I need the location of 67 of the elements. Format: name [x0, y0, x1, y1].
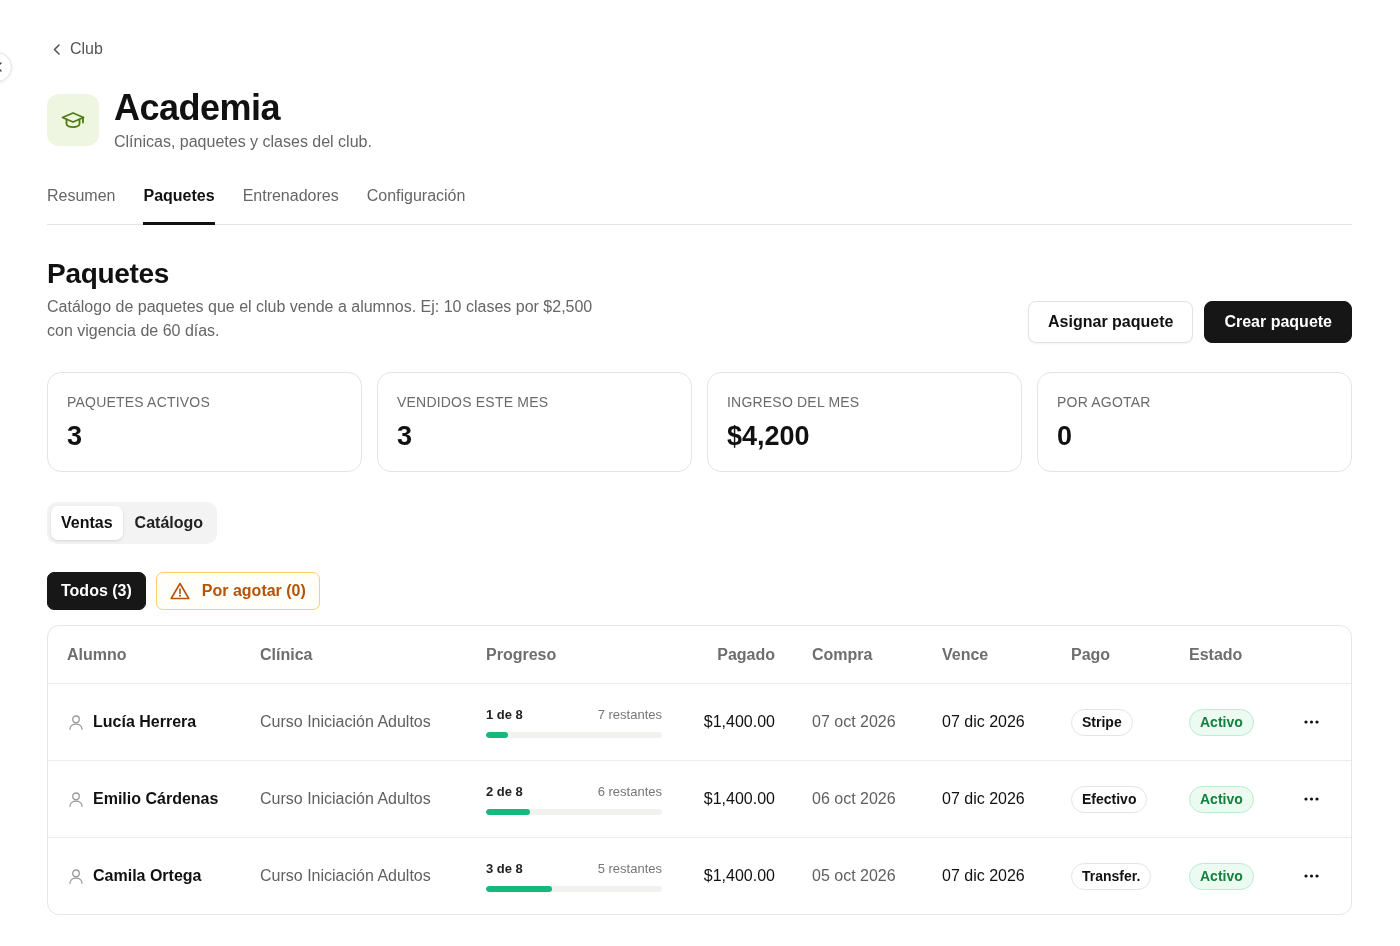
- purchase-date: 07 oct 2026: [811, 713, 897, 731]
- remaining-count: 6 restantes: [597, 783, 662, 799]
- progress-count: 1 de 8: [486, 706, 523, 722]
- purchase-date: 06 oct 2026: [811, 790, 897, 808]
- stat-value: 3: [397, 420, 414, 452]
- nav-tab[interactable]: Resumen: [47, 184, 116, 225]
- status-tag: Activo: [1189, 862, 1254, 890]
- stat-value: 0: [1057, 420, 1074, 452]
- expiry-date: 07 dic 2026: [942, 713, 1026, 731]
- status-tag: Activo: [1189, 708, 1254, 736]
- graduation-cap-icon: [47, 94, 99, 146]
- progress-count: 2 de 8: [486, 783, 523, 799]
- expiry-date: 07 dic 2026: [942, 790, 1026, 808]
- page-title: Academia: [114, 88, 282, 128]
- user-icon: [69, 868, 83, 884]
- page-subtitle: Clínicas, paquetes y clases del club.: [114, 132, 372, 152]
- chevron-left-icon: [53, 43, 60, 55]
- column-header: Vence: [942, 645, 990, 664]
- paid-amount: $1,400.00: [702, 713, 775, 731]
- stat-value: $4,200: [727, 420, 811, 452]
- clinic-name: Curso Iniciación Adultos: [260, 713, 432, 731]
- view-tab[interactable]: Ventas: [51, 506, 123, 540]
- section-description: Catálogo de paquetes que el club vende a alumnos. Ej: 10 clases por $2,500 con vigencia de 60 días.: [47, 297, 594, 341]
- stat-value: 3: [67, 420, 84, 452]
- remaining-count: 7 restantes: [597, 706, 662, 722]
- more-icon: [1303, 874, 1319, 878]
- column-header: Alumno: [67, 645, 128, 664]
- stat-label: INGRESO DEL MES: [727, 393, 861, 411]
- remaining-count: 5 restantes: [597, 860, 662, 876]
- stat-label: PAQUETES ACTIVOS: [67, 393, 211, 411]
- status-tag: Activo: [1189, 785, 1254, 813]
- clinic-name: Curso Iniciación Adultos: [260, 867, 432, 885]
- section-title: Paquetes: [47, 257, 171, 291]
- nav-tab[interactable]: Configuración: [366, 184, 466, 225]
- column-header: Clínica: [260, 645, 314, 664]
- payment-method-tag: Stripe: [1071, 708, 1133, 736]
- stat-label: VENDIDOS ESTE MES: [397, 393, 550, 411]
- column-header: Compra: [811, 645, 874, 664]
- user-icon: [69, 791, 83, 807]
- purchase-date: 05 oct 2026: [811, 867, 897, 885]
- stat-label: POR AGOTAR: [1057, 393, 1152, 411]
- payment-method-tag: Efectivo: [1071, 785, 1148, 813]
- nav-tab[interactable]: Entrenadores: [242, 184, 339, 225]
- column-header: Progreso: [486, 645, 558, 664]
- filter-chip[interactable]: Por agotar (0): [155, 572, 320, 610]
- paid-amount: $1,400.00: [702, 790, 775, 808]
- assign-button[interactable]: Asignar paquete: [1028, 301, 1194, 343]
- more-icon: [1303, 720, 1319, 724]
- view-tab[interactable]: Catálogo: [124, 506, 214, 540]
- back-link[interactable]: Club: [53, 38, 103, 60]
- student-name: Emilio Cárdenas: [93, 790, 219, 808]
- column-header: Estado: [1189, 645, 1244, 664]
- warning-icon: [169, 582, 190, 600]
- user-icon: [69, 714, 83, 730]
- paid-amount: $1,400.00: [702, 867, 775, 885]
- filter-chip[interactable]: Todos (3): [47, 572, 146, 610]
- nav-tab[interactable]: Paquetes: [143, 184, 215, 225]
- create-button[interactable]: Crear paquete: [1204, 301, 1352, 343]
- student-name: Camila Ortega: [93, 867, 202, 885]
- clinic-name: Curso Iniciación Adultos: [260, 790, 432, 808]
- more-icon: [1303, 797, 1319, 801]
- progress-count: 3 de 8: [486, 860, 523, 876]
- student-name: Lucía Herrera: [93, 713, 197, 731]
- column-header: Pago: [1071, 645, 1112, 664]
- expiry-date: 07 dic 2026: [942, 867, 1026, 885]
- column-header: Pagado: [716, 645, 775, 664]
- payment-method-tag: Transfer.: [1071, 862, 1152, 890]
